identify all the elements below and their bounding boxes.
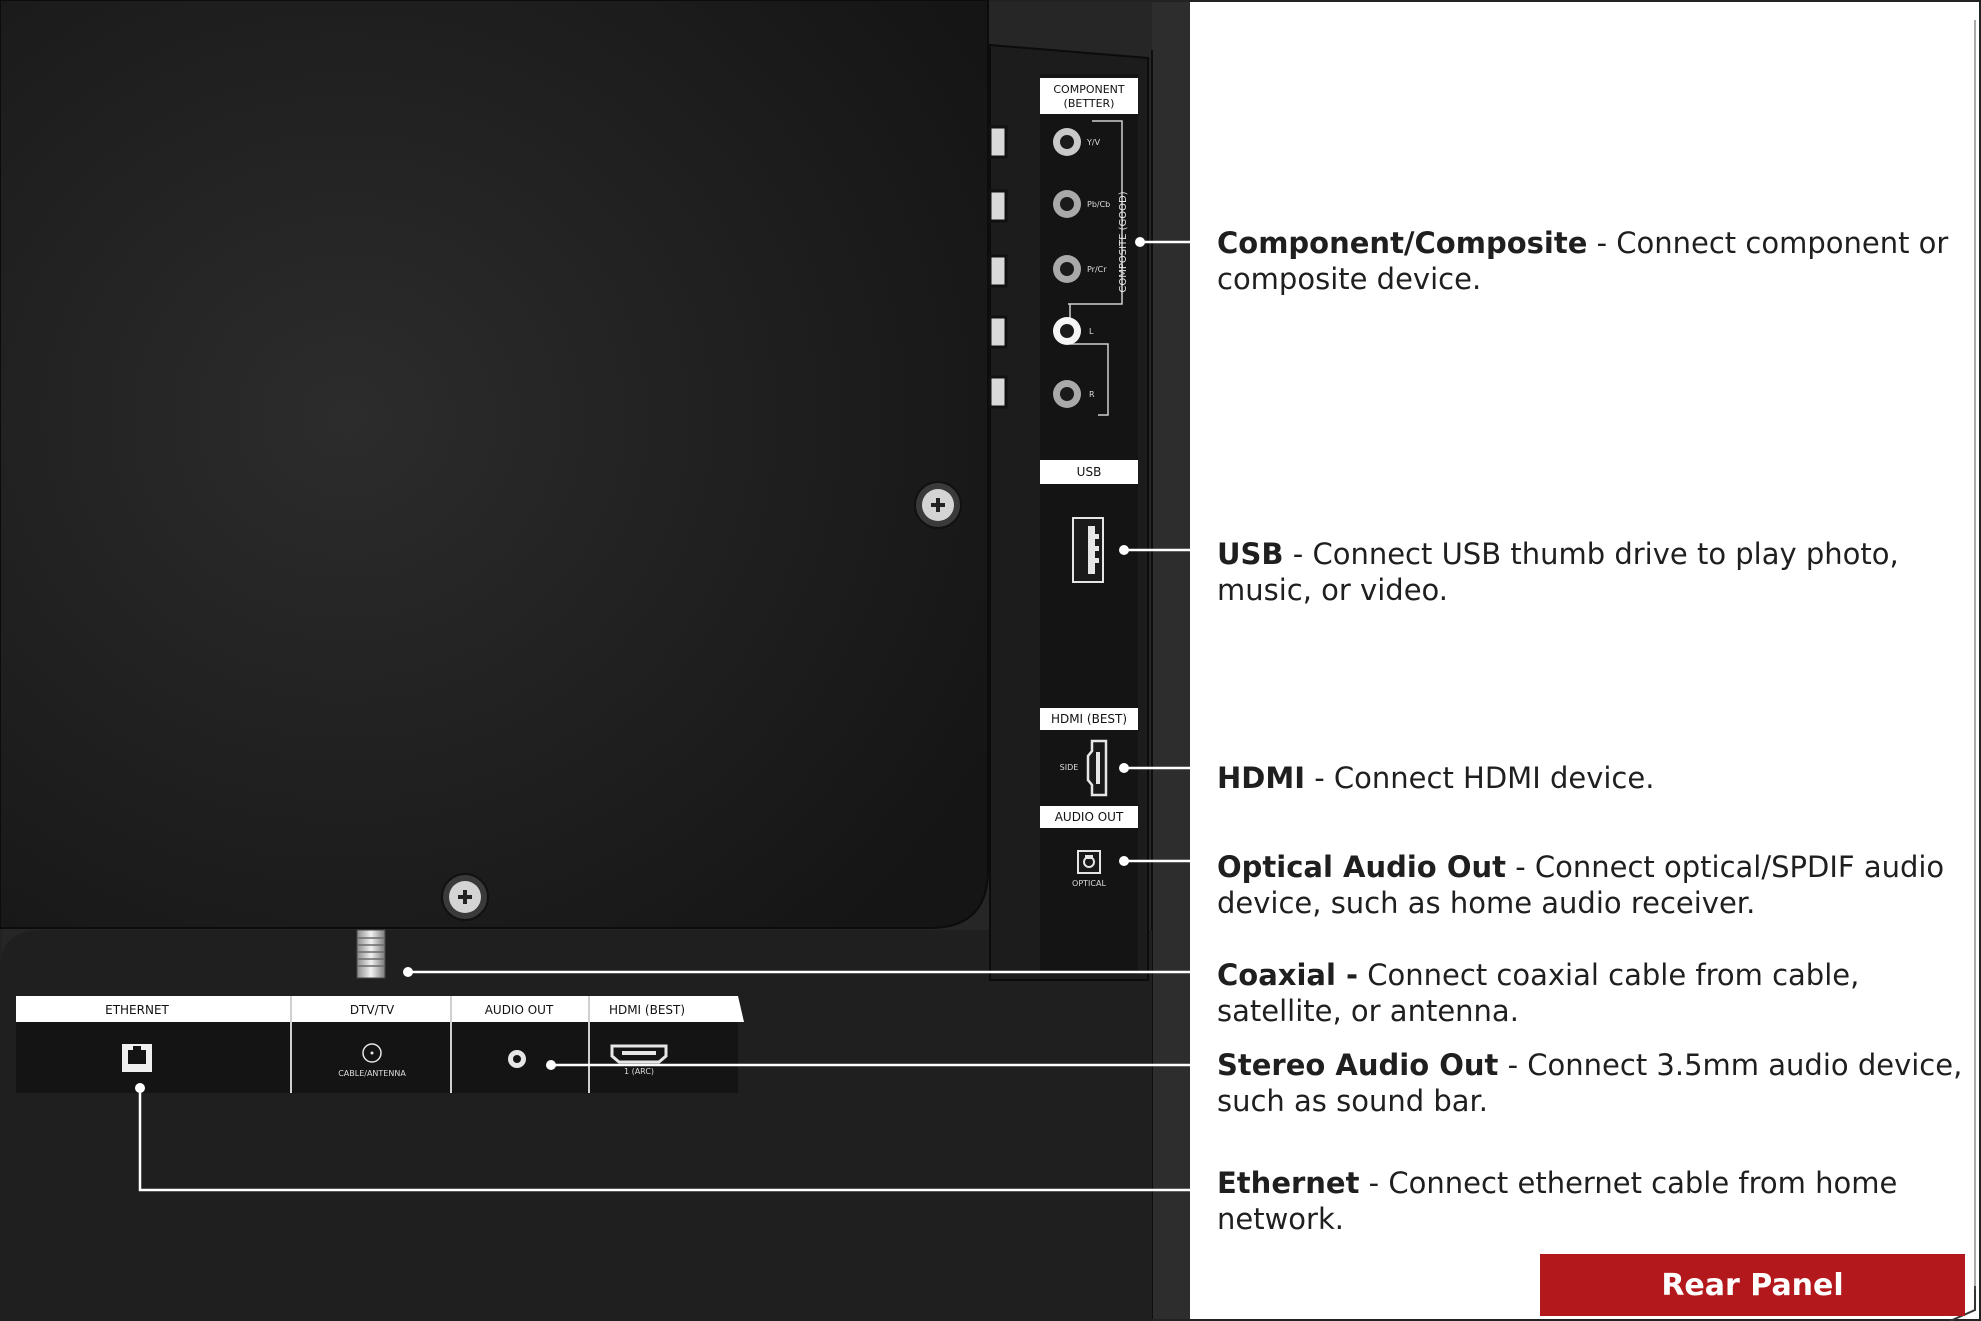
hdmi-side-label: HDMI (BEST) <box>1051 712 1127 726</box>
usb-port-icon <box>1072 517 1104 583</box>
callout-usb-text: Connect USB thumb drive to play photo, m… <box>1217 537 1899 607</box>
callout-hdmi-sep: - <box>1305 761 1334 795</box>
callout-component-sep: - <box>1587 226 1617 260</box>
lower-bay <box>0 930 1152 1321</box>
ethernet-label: ETHERNET <box>105 1003 169 1017</box>
callout-hdmi-text: Connect HDMI device. <box>1333 761 1655 795</box>
callout-ethernet-sep: - <box>1359 1166 1389 1200</box>
rca-jack-pb <box>1053 190 1081 218</box>
callout-optical: Optical Audio Out - Connect optical/SPDI… <box>1217 849 1967 921</box>
audio-out-bottom-label: AUDIO OUT <box>485 1003 554 1017</box>
coax-connector-icon <box>356 929 386 979</box>
rca-l-label: L <box>1089 327 1094 336</box>
rca-y-label: Y/V <box>1086 138 1101 147</box>
rca-pb-label: Pb/Cb <box>1087 200 1110 209</box>
screw-upper <box>914 481 962 529</box>
callout-coaxial-name: Coaxial - <box>1217 958 1359 992</box>
side-label: SIDE <box>1060 763 1079 772</box>
hdmi-bottom-port-icon <box>610 1044 668 1064</box>
stereo-jack-icon <box>508 1050 526 1068</box>
callout-stereo-sep: - <box>1498 1048 1528 1082</box>
hdmi-bottom-label: HDMI (BEST) <box>609 1003 685 1017</box>
dtv-jack-pin <box>370 1051 374 1055</box>
audio-out-side-label: AUDIO OUT <box>1055 810 1124 824</box>
callout-coaxial: Coaxial - Connect coaxial cable from cab… <box>1217 957 1967 1029</box>
callout-component: Component/Composite - Connect component … <box>1217 225 1967 297</box>
rca-jack-y <box>1053 128 1081 156</box>
component-sub-label: (BETTER) <box>1064 97 1115 110</box>
callout-usb-name: USB <box>1217 537 1284 571</box>
ethernet-port-icon <box>122 1044 152 1072</box>
callout-usb-sep: - <box>1283 537 1313 571</box>
rca-jack-l <box>1053 317 1081 345</box>
callout-ethernet: Ethernet - Connect ethernet cable from h… <box>1217 1165 1967 1237</box>
composite-label: COMPOSITE (GOOD) <box>1118 191 1129 292</box>
rear-panel-title: Rear Panel <box>1661 1267 1844 1303</box>
callout-stereo: Stereo Audio Out - Connect 3.5mm audio d… <box>1217 1047 1967 1119</box>
rear-panel-title-badge: Rear Panel <box>1540 1254 1965 1316</box>
callout-component-name: Component/Composite <box>1217 226 1588 260</box>
rca-jack-pr <box>1053 255 1081 283</box>
tv-edge <box>1152 0 1190 1321</box>
callout-coaxial-sep <box>1358 958 1367 992</box>
inner-panel <box>0 0 989 929</box>
screw-lower <box>441 873 489 921</box>
component-label: COMPONENT <box>1053 83 1125 96</box>
dtv-tv-label: DTV/TV <box>350 1003 395 1017</box>
optical-label: OPTICAL <box>1072 879 1106 888</box>
callout-ethernet-name: Ethernet <box>1217 1166 1360 1200</box>
rca-jack-r <box>1053 380 1081 408</box>
callout-stereo-name: Stereo Audio Out <box>1217 1048 1499 1082</box>
callout-hdmi: HDMI - Connect HDMI device. <box>1217 760 1967 796</box>
rca-pr-label: Pr/Cr <box>1087 265 1107 274</box>
optical-port-icon <box>1077 850 1101 874</box>
callout-optical-name: Optical Audio Out <box>1217 850 1506 884</box>
callout-optical-sep: - <box>1505 850 1535 884</box>
hdmi-arc-label: 1 (ARC) <box>624 1067 654 1076</box>
usb-label: USB <box>1077 465 1102 479</box>
rca-r-label: R <box>1089 390 1095 399</box>
callout-hdmi-name: HDMI <box>1217 761 1305 795</box>
rear-panel-illustration: COMPONENT (BETTER) COMPOSITE (GOOD) Y/V … <box>0 0 1981 1321</box>
cable-antenna-label: CABLE/ANTENNA <box>338 1069 406 1078</box>
callout-usb: USB - Connect USB thumb drive to play ph… <box>1217 536 1967 608</box>
